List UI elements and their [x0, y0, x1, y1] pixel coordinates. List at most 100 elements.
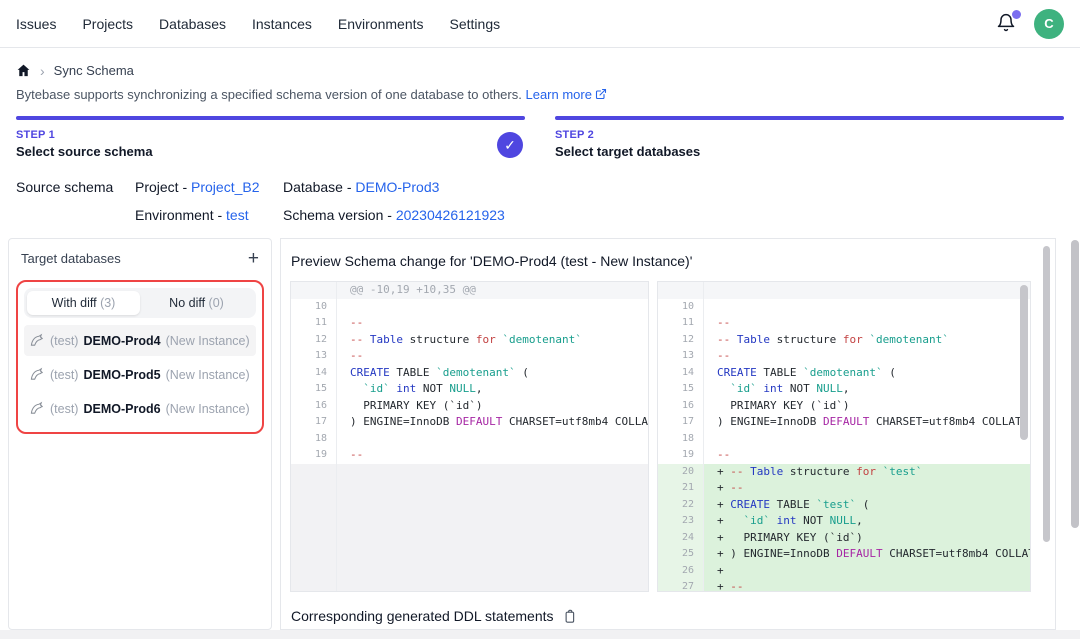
- diff-line: [291, 464, 648, 592]
- database-item-demo-prod4[interactable]: (test) DEMO-Prod4 (New Instance): [24, 325, 256, 356]
- external-link-icon: [595, 88, 607, 100]
- source-environment: Environment - test: [135, 207, 283, 223]
- intro-text: Bytebase supports synchronizing a specif…: [0, 78, 1080, 102]
- diff-line-number: 23: [658, 513, 704, 530]
- notification-bell-icon[interactable]: [996, 13, 1018, 35]
- diff-line-number: 15: [658, 381, 704, 398]
- diff-line: 12-- Table structure for `demotenant`: [291, 332, 648, 349]
- diff-line-number: 19: [658, 447, 704, 464]
- diff-line-code: [704, 431, 1030, 448]
- diff-line-number: [291, 464, 337, 592]
- diff-line-number: 18: [291, 431, 337, 448]
- diff-line-code: `id` int NOT NULL,: [704, 381, 1030, 398]
- diff-line-number: 26: [658, 563, 704, 580]
- source-project: Project - Project_B2: [135, 179, 283, 195]
- learn-more-link[interactable]: Learn more: [525, 87, 606, 102]
- nav-item-databases[interactable]: Databases: [159, 16, 226, 32]
- preview-panel-scrollbar[interactable]: [1043, 246, 1050, 542]
- diff-line-number: 21: [658, 480, 704, 497]
- diff-line: 20+ -- Table structure for `test`: [658, 464, 1030, 481]
- add-target-database-button[interactable]: +: [248, 249, 259, 268]
- diff-pane-scrollbar[interactable]: [1020, 285, 1028, 440]
- diff-line-number: 13: [291, 348, 337, 365]
- tab-with-diff[interactable]: With diff (3): [27, 291, 140, 315]
- database-link[interactable]: DEMO-Prod3: [355, 179, 439, 195]
- diff-line: 23+ `id` int NOT NULL,: [658, 513, 1030, 530]
- diff-line: [658, 282, 1030, 299]
- diff-line: 13--: [658, 348, 1030, 365]
- avatar[interactable]: C: [1034, 9, 1064, 39]
- diff-line-number: [291, 282, 337, 299]
- diff-line-number: 12: [291, 332, 337, 349]
- diff-line-code: @@ -10,19 +10,35 @@: [337, 282, 648, 299]
- step-1-check-icon: ✓: [497, 132, 523, 158]
- target-database-list: (test) DEMO-Prod4 (New Instance) (test) …: [24, 325, 256, 424]
- diff-line: 15 `id` int NOT NULL,: [658, 381, 1030, 398]
- home-icon[interactable]: [16, 63, 31, 78]
- target-databases-panel: Target databases + With diff (3) No diff…: [8, 238, 272, 630]
- mysql-icon: [30, 367, 45, 382]
- step-2: STEP 2 Select target databases: [555, 116, 1064, 159]
- diff-line-number: 16: [291, 398, 337, 415]
- diff-line-number: [658, 282, 704, 299]
- step-1-title: Select source schema: [16, 144, 525, 159]
- breadcrumb: › Sync Schema: [0, 48, 1080, 78]
- diff-line-number: 14: [291, 365, 337, 382]
- preview-title: Preview Schema change for 'DEMO-Prod4 (t…: [281, 239, 1055, 281]
- schema-preview-panel: Preview Schema change for 'DEMO-Prod4 (t…: [280, 238, 1056, 630]
- source-schema-label: Source schema: [16, 179, 135, 223]
- schema-diff-view: @@ -10,19 +10,35 @@1011--12-- Table stru…: [290, 281, 1031, 592]
- diff-line: 14CREATE TABLE `demotenant` (: [658, 365, 1030, 382]
- bottom-scroll-track: [0, 630, 1080, 639]
- diff-line: 11--: [658, 315, 1030, 332]
- diff-line: 18: [291, 431, 648, 448]
- diff-line-code: [704, 282, 1030, 299]
- nav-item-environments[interactable]: Environments: [338, 16, 424, 32]
- diff-line-number: 19: [291, 447, 337, 464]
- page-scrollbar[interactable]: [1071, 240, 1079, 528]
- schema-version-link[interactable]: 20230426121923: [396, 207, 505, 223]
- diff-line-code: --: [704, 315, 1030, 332]
- diff-line-code: --: [704, 447, 1030, 464]
- diff-line-code: --: [337, 348, 648, 365]
- source-schema-version: Schema version - 20230426121923: [283, 207, 1064, 223]
- diff-line-code: + CREATE TABLE `test` (: [704, 497, 1030, 514]
- diff-line-code: + --: [704, 480, 1030, 497]
- chevron-right-icon: ›: [40, 64, 45, 78]
- diff-pane-source: @@ -10,19 +10,35 @@1011--12-- Table stru…: [290, 281, 649, 592]
- diff-line-code: PRIMARY KEY (`id`): [337, 398, 648, 415]
- diff-line: 21+ --: [658, 480, 1030, 497]
- diff-line-code: + `id` int NOT NULL,: [704, 513, 1030, 530]
- project-link[interactable]: Project_B2: [191, 179, 259, 195]
- notification-dot: [1012, 10, 1021, 19]
- nav-item-projects[interactable]: Projects: [82, 16, 133, 32]
- diff-line: 16 PRIMARY KEY (`id`): [291, 398, 648, 415]
- diff-line-code: [337, 431, 648, 448]
- diff-line: 25+ ) ENGINE=InnoDB DEFAULT CHARSET=utf8…: [658, 546, 1030, 563]
- diff-line-code: ) ENGINE=InnoDB DEFAULT CHARSET=utf8mb4 …: [337, 414, 648, 431]
- step-2-title: Select target databases: [555, 144, 1064, 159]
- nav-item-instances[interactable]: Instances: [252, 16, 312, 32]
- nav-item-issues[interactable]: Issues: [16, 16, 56, 32]
- source-schema-summary: Source schema Project - Project_B2 Datab…: [0, 159, 1080, 223]
- diff-line-code: CREATE TABLE `demotenant` (: [704, 365, 1030, 382]
- diff-line: 22+ CREATE TABLE `test` (: [658, 497, 1030, 514]
- copy-icon[interactable]: [563, 609, 578, 624]
- step-2-label: STEP 2: [555, 129, 1064, 141]
- diff-line: 17) ENGINE=InnoDB DEFAULT CHARSET=utf8mb…: [658, 414, 1030, 431]
- database-item-demo-prod5[interactable]: (test) DEMO-Prod5 (New Instance): [24, 359, 256, 390]
- database-item-demo-prod6[interactable]: (test) DEMO-Prod6 (New Instance): [24, 393, 256, 424]
- diff-line: 26+: [658, 563, 1030, 580]
- target-databases-highlight-box: With diff (3) No diff (0) (test) DEMO-Pr…: [16, 280, 264, 434]
- diff-line-number: 10: [291, 299, 337, 316]
- step-1: STEP 1 Select source schema ✓: [16, 116, 525, 159]
- diff-line: 10: [291, 299, 648, 316]
- diff-line-code: -- Table structure for `demotenant`: [337, 332, 648, 349]
- tab-no-diff[interactable]: No diff (0): [140, 291, 253, 315]
- environment-link[interactable]: test: [226, 207, 249, 223]
- diff-line-code: ) ENGINE=InnoDB DEFAULT CHARSET=utf8mb4 …: [704, 414, 1030, 431]
- nav-item-settings[interactable]: Settings: [450, 16, 501, 32]
- diff-line-code: `id` int NOT NULL,: [337, 381, 648, 398]
- diff-line: 14CREATE TABLE `demotenant` (: [291, 365, 648, 382]
- diff-line-code: -- Table structure for `demotenant`: [704, 332, 1030, 349]
